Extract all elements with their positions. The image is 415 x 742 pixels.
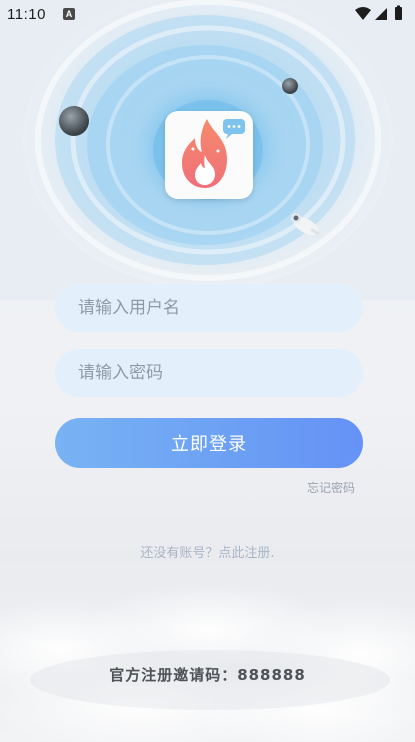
login-button[interactable]: 立即登录 (55, 418, 363, 468)
invite-code-text: 官方注册邀请码：888888 (109, 666, 306, 684)
battery-icon (395, 5, 402, 20)
a-icon: A (63, 8, 75, 20)
password-input[interactable] (55, 349, 363, 397)
flame-chat-icon (182, 119, 245, 188)
wifi-icon (355, 7, 371, 20)
status-icons (355, 5, 402, 20)
register-link[interactable]: 还没有账号？点此注册. (0, 542, 415, 561)
signal-icon (375, 8, 387, 20)
status-bar: 11:10 A (0, 0, 415, 30)
cloud-decoration (0, 585, 415, 742)
planet-right (282, 78, 298, 94)
username-input[interactable] (55, 284, 363, 332)
planet-left (59, 106, 89, 136)
status-time: 11:10 (7, 6, 46, 23)
app-logo (165, 111, 253, 199)
forgot-password-link[interactable]: 忘记密码 (307, 479, 355, 496)
login-screen: 11:10 A 请输入用户名 立即登录 忘记密码 还没有账号？点此注册. 官方注… (0, 0, 415, 742)
